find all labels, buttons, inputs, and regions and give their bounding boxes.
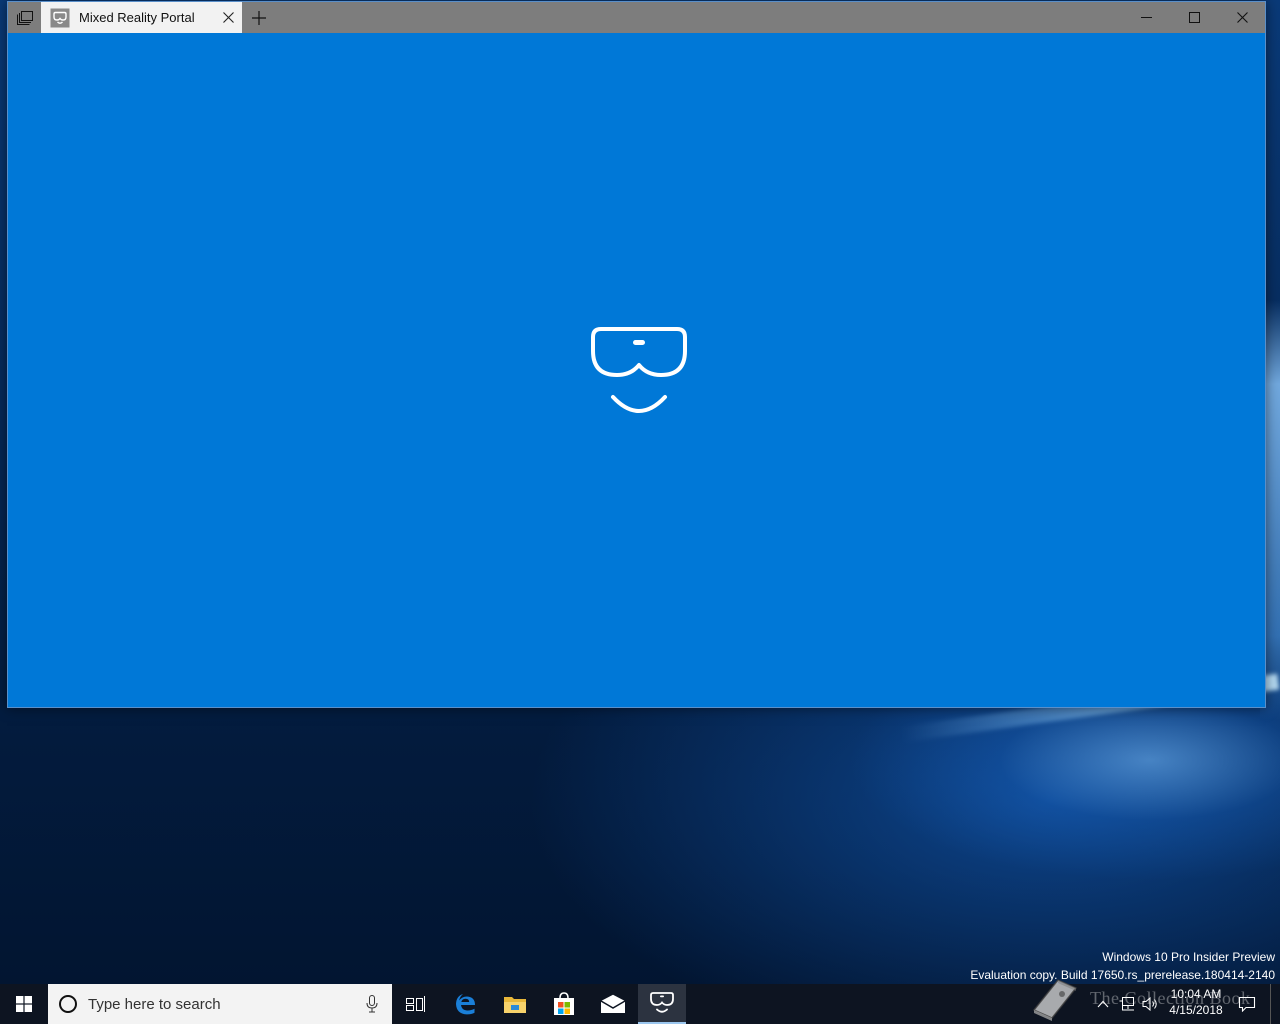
- tab-title: Mixed Reality Portal: [79, 10, 195, 25]
- collection-book-watermark: The Collection Book: [1028, 972, 1278, 1024]
- mixed-reality-headset-icon: [650, 992, 674, 1013]
- maximize-icon: [1188, 12, 1200, 23]
- windows-logo-icon: [16, 996, 32, 1012]
- task-view-icon: [406, 996, 425, 1012]
- app-window: Mixed Reality Portal: [7, 1, 1266, 708]
- collection-book-text: The Collection Book: [1090, 987, 1251, 1008]
- book-icon: [1032, 979, 1078, 1021]
- taskbar-store[interactable]: [540, 984, 588, 1024]
- maximize-button[interactable]: [1170, 2, 1218, 33]
- taskbar-mixed-reality-portal[interactable]: [638, 984, 686, 1024]
- search-box[interactable]: Type here to search: [48, 984, 392, 1024]
- tab-list-button[interactable]: [8, 2, 41, 33]
- new-tab-button[interactable]: [242, 2, 275, 33]
- plus-icon: [251, 10, 266, 25]
- close-tab-button[interactable]: [214, 2, 242, 33]
- mixed-reality-headset-icon: [591, 327, 687, 413]
- edge-icon: [456, 994, 475, 1015]
- title-bar[interactable]: Mixed Reality Portal: [8, 2, 1265, 33]
- minimize-button[interactable]: [1122, 2, 1170, 33]
- mixed-reality-headset-icon: [50, 8, 70, 27]
- close-icon: [222, 12, 234, 23]
- watermark-edition: Windows 10 Pro Insider Preview: [1102, 950, 1275, 964]
- cortana-icon: [58, 994, 78, 1014]
- microphone-icon: [366, 995, 378, 1013]
- start-button[interactable]: [0, 984, 48, 1024]
- minimize-icon: [1140, 17, 1152, 18]
- taskbar-file-explorer[interactable]: [491, 984, 539, 1024]
- taskbar-mail[interactable]: [589, 984, 637, 1024]
- store-bag-icon: [554, 992, 574, 1015]
- tab-app-icon: [50, 8, 70, 28]
- close-icon: [1236, 12, 1248, 23]
- tab-mixed-reality-portal[interactable]: Mixed Reality Portal: [41, 2, 242, 33]
- taskbar-edge[interactable]: [442, 984, 490, 1024]
- mail-icon: [600, 994, 626, 1013]
- tab-list-icon: [16, 10, 33, 25]
- task-view-button[interactable]: [392, 984, 440, 1024]
- search-input[interactable]: Type here to search: [88, 996, 352, 1013]
- splash-screen: [8, 33, 1265, 707]
- folder-icon: [504, 997, 526, 1013]
- close-window-button[interactable]: [1218, 2, 1266, 33]
- microphone-button[interactable]: [352, 984, 392, 1024]
